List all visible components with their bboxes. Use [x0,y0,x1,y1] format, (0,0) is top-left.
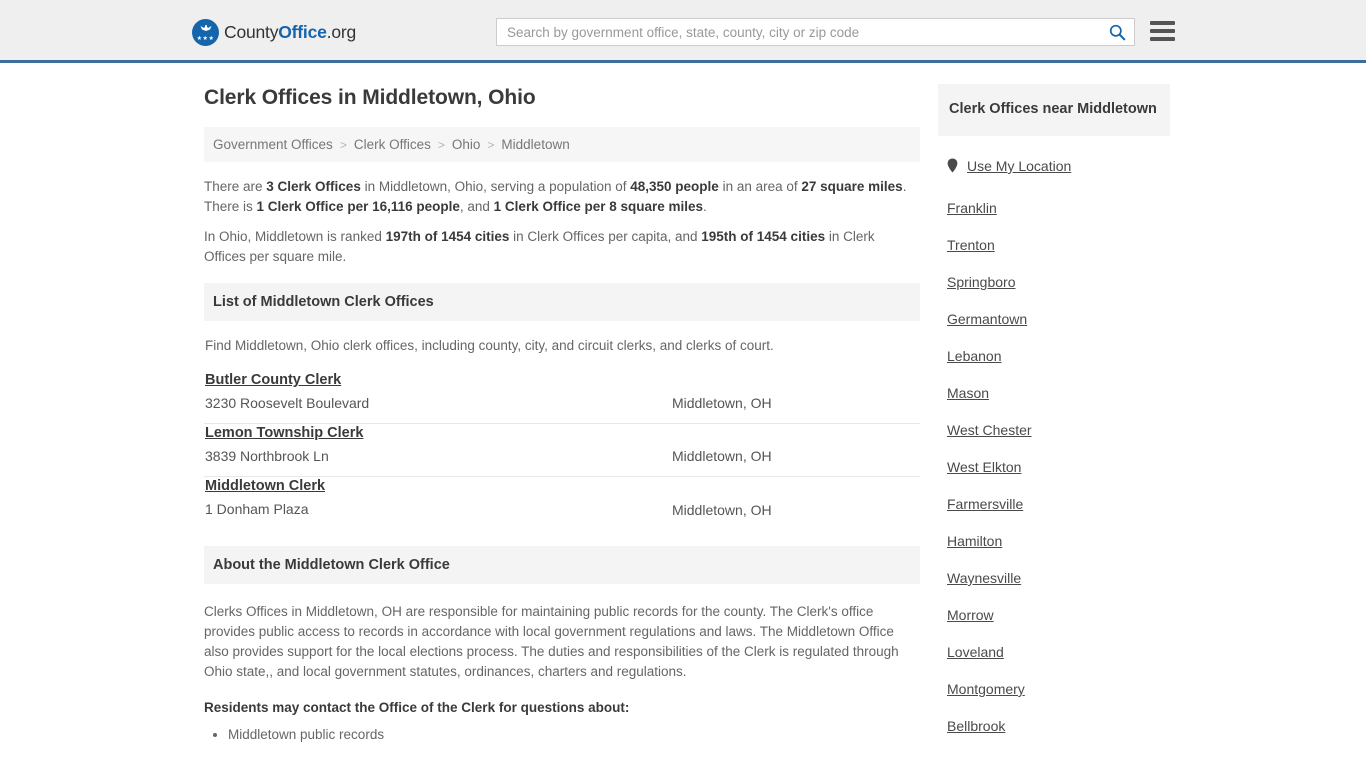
statistics-block: There are 3 Clerk Offices in Middletown,… [204,177,920,267]
stat-population: 48,350 people [630,179,719,194]
sidebar-item-franklin[interactable]: Franklin [947,189,997,226]
office-link-butler-county-clerk[interactable]: Butler County Clerk [205,372,341,388]
sidebar-item-farmersville[interactable]: Farmersville [947,485,1023,522]
stat-office-count: 3 Clerk Offices [266,179,361,194]
stat-per-area: 1 Clerk Office per 8 square miles [493,199,704,214]
nearby-city-links: Franklin Trenton Springboro Germantown L… [938,189,1170,744]
statistics-paragraph-2: In Ohio, Middletown is ranked 197th of 1… [204,227,920,267]
search-input[interactable] [497,19,1100,45]
stat-text: . [703,199,707,214]
office-city-state: Middletown, OH [672,395,772,411]
list-item: Middletown public records [228,725,920,745]
main-content: Clerk Offices in Middletown, Ohio Govern… [204,86,920,748]
about-paragraph: Clerks Offices in Middletown, OH are res… [204,604,899,679]
stat-per-people: 1 Clerk Office per 16,116 people [256,199,460,214]
sidebar-item-mason[interactable]: Mason [947,374,989,411]
hamburger-bar-3 [1150,37,1175,41]
breadcrumb-item-government-offices[interactable]: Government Offices [213,137,333,152]
sidebar-item-west-elkton[interactable]: West Elkton [947,448,1021,485]
list-section-intro: Find Middletown, Ohio clerk offices, inc… [205,338,774,353]
logo-wordmark: CountyOffice.org [224,22,356,43]
stat-text: In Ohio, Middletown is ranked [204,229,386,244]
hamburger-bar-1 [1150,21,1175,25]
map-pin-icon [947,157,958,173]
office-city-state: Middletown, OH [672,448,772,464]
sidebar-item-waynesville[interactable]: Waynesville [947,559,1021,596]
county-office-seal-icon: ★★★ [192,18,219,46]
table-row: Middletown Clerk 1 Donham Plaza Middleto… [204,477,920,530]
list-section-heading: List of Middletown Clerk Offices [204,283,920,321]
sidebar-item-germantown[interactable]: Germantown [947,300,1027,337]
sidebar-heading: Clerk Offices near Middletown [938,84,1170,136]
office-city-state: Middletown, OH [672,502,772,518]
stat-rank-per-capita: 197th of 1454 cities [385,229,510,244]
sidebar-item-hamilton[interactable]: Hamilton [947,522,1002,559]
logo-text-org: .org [326,21,357,42]
use-my-location-button[interactable]: Use My Location [947,157,1170,174]
use-my-location-label: Use My Location [967,158,1072,174]
logo-text-office: Office [278,21,327,42]
sidebar-item-lebanon[interactable]: Lebanon [947,337,1002,374]
sidebar-item-montgomery[interactable]: Montgomery [947,670,1025,707]
sidebar-item-west-chester[interactable]: West Chester [947,411,1032,448]
breadcrumb-separator-icon: > [487,137,495,152]
breadcrumb-separator-icon: > [437,137,445,152]
site-header: ★★★ CountyOffice.org [0,0,1366,63]
breadcrumb-item-ohio[interactable]: Ohio [452,137,481,152]
office-link-lemon-township-clerk[interactable]: Lemon Township Clerk [205,425,363,441]
table-row: Lemon Township Clerk 3839 Northbrook Ln … [204,424,920,477]
office-address: 3230 Roosevelt Boulevard [205,395,370,411]
logo-text-county: County [224,21,279,42]
eagle-icon [200,24,211,31]
stat-text: in Clerk Offices per capita, and [509,229,702,244]
breadcrumb: Government Offices > Clerk Offices > Ohi… [204,127,920,162]
site-logo[interactable]: ★★★ CountyOffice.org [192,18,356,46]
page-title: Clerk Offices in Middletown, Ohio [204,86,536,109]
search-icon [1109,24,1125,40]
office-list: Butler County Clerk 3230 Roosevelt Boule… [204,371,920,530]
page-body: Clerk Offices in Middletown, Ohio Govern… [0,63,1366,768]
table-row: Butler County Clerk 3230 Roosevelt Boule… [204,371,920,424]
sidebar: Clerk Offices near Middletown Use My Loc… [938,84,1170,744]
sidebar-item-trenton[interactable]: Trenton [947,226,995,263]
stat-area: 27 square miles [801,179,903,194]
stat-text: , and [459,199,494,214]
breadcrumb-item-clerk-offices[interactable]: Clerk Offices [354,137,431,152]
search-button[interactable] [1100,19,1134,45]
sidebar-item-springboro[interactable]: Springboro [947,263,1016,300]
office-address: 3839 Northbrook Ln [205,448,329,464]
breadcrumb-item-middletown: Middletown [501,137,570,152]
about-topics-list: Middletown public records [204,725,920,745]
stat-text: in Middletown, Ohio, serving a populatio… [360,179,631,194]
stat-text: in an area of [718,179,802,194]
search-bar[interactable] [496,18,1135,46]
sidebar-item-bellbrook[interactable]: Bellbrook [947,707,1005,744]
stat-rank-per-area: 195th of 1454 cities [701,229,826,244]
sidebar-item-loveland[interactable]: Loveland [947,633,1004,670]
office-address: 1 Donham Plaza [205,501,309,517]
about-section-heading: About the Middletown Clerk Office [204,546,920,584]
sidebar-item-morrow[interactable]: Morrow [947,596,994,633]
about-section-body: Clerks Offices in Middletown, OH are res… [204,602,920,682]
hamburger-bar-2 [1150,29,1175,33]
breadcrumb-separator-icon: > [339,137,347,152]
stat-text: There are [204,179,267,194]
menu-button[interactable] [1150,20,1175,42]
logo-stars: ★★★ [196,35,215,42]
about-subheading: Residents may contact the Office of the … [204,700,630,715]
statistics-paragraph-1: There are 3 Clerk Offices in Middletown,… [204,177,920,217]
office-link-middletown-clerk[interactable]: Middletown Clerk [205,478,325,494]
